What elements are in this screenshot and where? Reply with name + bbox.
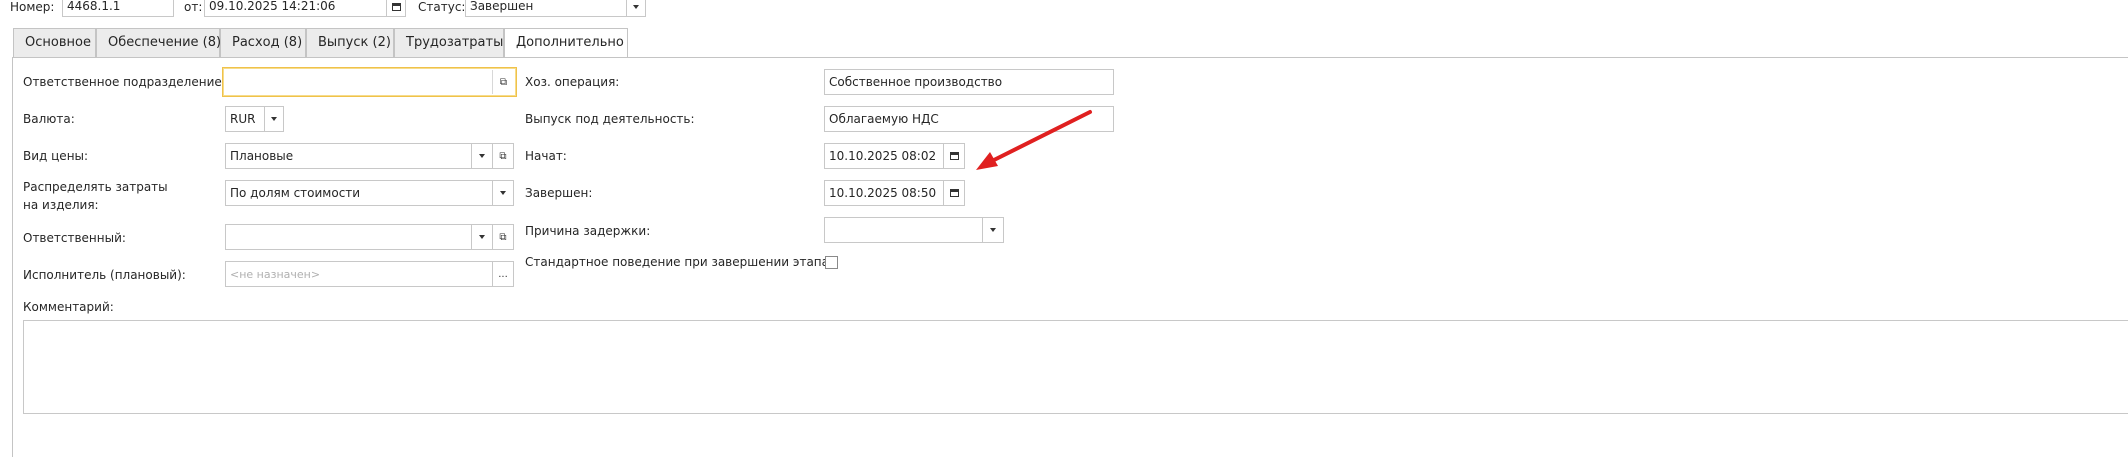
responsible-dept-label: Ответственное подразделение: [23,75,226,89]
currency-label: Валюта: [23,112,75,126]
price-type-dropdown-button[interactable] [471,143,493,169]
started-label: Начат: [525,149,567,163]
tab-vypusk[interactable]: Выпуск (2) [306,28,394,57]
operation-field[interactable]: Собственное производство [824,69,1114,95]
status-dropdown-button[interactable] [626,0,646,17]
responsible-dropdown-button[interactable] [471,224,493,250]
finished-label: Завершен: [525,186,593,200]
from-label: от: [184,0,203,14]
tab-osnovnoe[interactable]: Основное [13,28,96,57]
status-label: Статус: [418,0,466,14]
price-type-label: Вид цены: [23,149,89,163]
distribute-label-line2: на изделия: [23,198,99,212]
currency-select[interactable]: RUR [225,106,265,132]
calendar-icon [391,3,401,11]
calendar-icon [949,189,959,197]
executor-select-button[interactable]: ... [492,261,514,287]
date-field[interactable]: 09.10.2025 14:21:06 [204,0,390,17]
started-date-field[interactable]: 10.10.2025 08:02 [824,143,946,169]
responsible-open-button[interactable]: ⧉ [492,224,514,250]
calendar-icon [949,152,959,160]
chevron-down-icon [479,235,485,239]
delay-reason-label: Причина задержки: [525,224,651,238]
tab-obespechenie[interactable]: Обеспечение (8) [96,28,221,57]
standard-behavior-checkbox[interactable] [825,256,838,269]
distribute-label-line1: Распределять затраты [23,180,168,194]
open-link-icon: ⧉ [499,76,508,88]
operation-label: Хоз. операция: [525,75,620,89]
activity-label: Выпуск под деятельность: [525,112,695,126]
chevron-down-icon [271,117,277,121]
open-link-icon: ⧉ [499,150,507,162]
price-type-select[interactable]: Плановые [225,143,475,169]
date-calendar-button[interactable] [386,0,406,17]
tab-dopolnitelno[interactable]: Дополнительно [504,28,628,58]
open-link-button[interactable]: ⧉ [492,70,514,94]
open-link-icon: ⧉ [499,231,507,243]
finished-calendar-button[interactable] [943,180,965,206]
delay-reason-dropdown-button[interactable] [982,217,1004,243]
price-type-open-button[interactable]: ⧉ [492,143,514,169]
annotation-arrow [976,110,1092,170]
standard-behavior-label: Стандартное поведение при завершении эта… [525,255,834,269]
responsible-select[interactable] [225,224,475,250]
comment-textarea[interactable] [23,320,2128,414]
responsible-dept-field[interactable] [222,67,517,97]
arrow-head [976,152,998,170]
distribute-select[interactable]: По долям стоимости [225,180,495,206]
delay-reason-select[interactable] [824,217,984,243]
number-label: Номер: [10,0,55,14]
currency-dropdown-button[interactable] [264,106,284,132]
chevron-down-icon [990,228,996,232]
distribute-dropdown-button[interactable] [492,180,514,206]
tab-rashod[interactable]: Расход (8) [220,28,306,57]
finished-date-field[interactable]: 10.10.2025 08:50 [824,180,946,206]
chevron-down-icon [633,5,639,9]
arrow-shaft [984,110,1092,166]
number-field[interactable]: 4468.1.1 [62,0,174,17]
executor-placeholder: <не назначен> [230,268,321,281]
executor-label: Исполнитель (плановый): [23,268,186,282]
chevron-down-icon [500,191,506,195]
panel-top-border [628,57,2128,58]
executor-field[interactable]: <не назначен> [225,261,495,287]
comment-label: Комментарий: [23,300,114,314]
chevron-down-icon [479,154,485,158]
responsible-label: Ответственный: [23,231,126,245]
status-select[interactable]: Завершен [465,0,627,17]
tab-trudozatraty[interactable]: Трудозатраты [394,28,504,57]
